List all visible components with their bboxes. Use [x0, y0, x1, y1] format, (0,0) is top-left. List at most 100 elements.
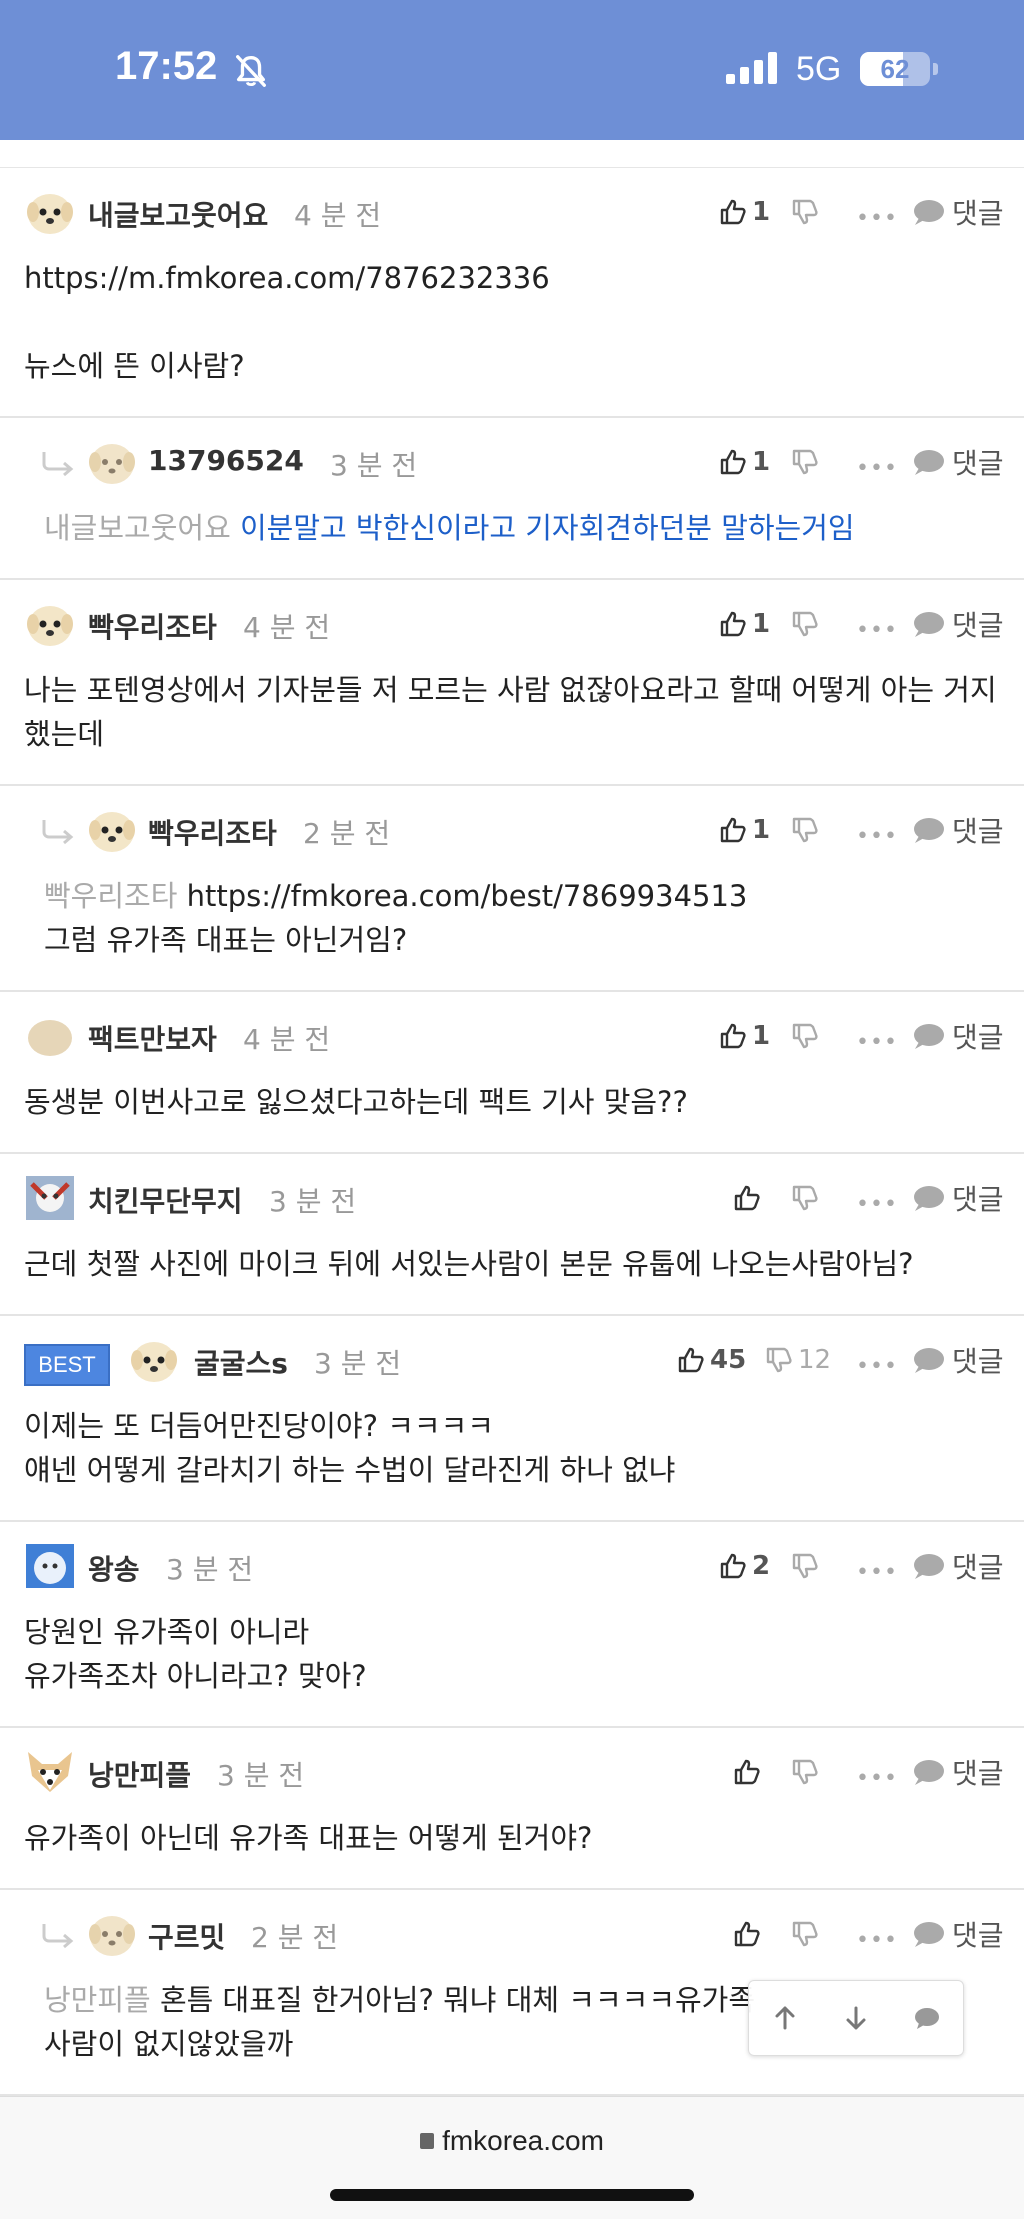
- scroll-down-icon[interactable]: [836, 1998, 876, 2038]
- like-count: 1: [752, 815, 771, 845]
- reply-button[interactable]: 댓글: [912, 192, 1004, 232]
- thumbs-down-icon: [792, 449, 818, 475]
- reply-label: 댓글: [952, 1919, 1004, 1952]
- reply-button[interactable]: 댓글: [912, 1178, 1004, 1218]
- bell-muted-icon: [236, 55, 266, 87]
- thumbs-down-icon: [792, 817, 818, 843]
- like-button[interactable]: [732, 1914, 766, 1954]
- thumbs-up-icon: [678, 1347, 704, 1373]
- comment-bubble-icon: [914, 1760, 944, 1785]
- comment-body: https://m.fmkorea.com/7876232336 뉴스에 뜬 이사…: [0, 256, 1024, 416]
- more-options-icon[interactable]: •••: [856, 1354, 898, 1379]
- more-options-icon[interactable]: •••: [856, 824, 898, 849]
- dislike-button[interactable]: [790, 1546, 824, 1586]
- more-options-icon[interactable]: •••: [856, 1928, 898, 1953]
- reply-button[interactable]: 댓글: [912, 1016, 1004, 1056]
- mention-name[interactable]: 낭만피플: [44, 1983, 151, 2017]
- comment-bubble-icon: [914, 1922, 944, 1947]
- home-indicator[interactable]: [330, 2189, 694, 2201]
- comment-body: 유가족이 아닌데 유가족 대표는 어떻게 된거야?: [0, 1816, 1024, 1888]
- more-options-icon[interactable]: •••: [856, 1192, 898, 1217]
- comment-text: 동생분 이번사고로 잃으셨다고하는데 팩트 기사 맞음??: [24, 1085, 688, 1119]
- reply-button[interactable]: 댓글: [912, 1752, 1004, 1792]
- like-count: 45: [710, 1345, 747, 1375]
- like-button[interactable]: 2: [718, 1546, 770, 1586]
- url-field[interactable]: fmkorea.com: [0, 2125, 1024, 2157]
- thumbs-down-icon: [792, 199, 818, 225]
- thumbs-up-icon: [734, 1759, 760, 1785]
- dislike-button[interactable]: [790, 1016, 824, 1056]
- dislike-button[interactable]: [790, 604, 824, 644]
- thumbs-down-icon: [792, 1185, 818, 1211]
- thumbs-up-icon: [720, 1023, 746, 1049]
- url-text: fmkorea.com: [442, 2125, 604, 2156]
- comment-list: 내글보고웃어요 4 분 전 1 ••• 댓글 https://m.fmkorea.com/…: [0, 168, 1024, 2096]
- dislike-button[interactable]: [790, 1178, 824, 1218]
- thumbs-up-icon: [720, 1553, 746, 1579]
- reply-comment: 13796524 3 분 전 1 ••• 댓글 내글보고웃어요 이분말고 박한신이라고 기…: [0, 418, 1024, 580]
- comment-body: 이제는 또 더듬어만진당이야? ㅋㅋㅋㅋ 얘넨 어떻게 갈라치기 하는 수법이 달…: [0, 1404, 1024, 1520]
- network-type: 5G: [796, 50, 842, 88]
- more-options-icon[interactable]: •••: [856, 1030, 898, 1055]
- mention-name[interactable]: 내글보고웃어요: [44, 511, 231, 545]
- dislike-button[interactable]: [790, 810, 824, 850]
- comment-bubble-icon: [914, 1348, 944, 1373]
- thumbs-up-icon: [734, 1921, 760, 1947]
- comment: 팩트만보자 4 분 전 1 ••• 댓글 동생분 이번사고로 잃으셨다고하는데 팩트 기사…: [0, 992, 1024, 1154]
- thumbs-down-icon: [792, 1023, 818, 1049]
- more-options-icon[interactable]: •••: [856, 456, 898, 481]
- like-button[interactable]: 1: [718, 810, 770, 850]
- reply-button[interactable]: 댓글: [912, 442, 1004, 482]
- comment-jump-icon[interactable]: [907, 1998, 947, 2038]
- more-options-icon[interactable]: •••: [856, 206, 898, 231]
- reply-button[interactable]: 댓글: [912, 1340, 1004, 1380]
- dislike-button[interactable]: [790, 1752, 824, 1792]
- comment-text: 유가족이 아닌데 유가족 대표는 어떻게 된거야?: [24, 1821, 593, 1855]
- comment-body: 동생분 이번사고로 잃으셨다고하는데 팩트 기사 맞음??: [0, 1080, 1024, 1152]
- thumbs-up-icon: [720, 817, 746, 843]
- thumbs-up-icon: [720, 449, 746, 475]
- mention-name[interactable]: 빡우리조타: [44, 879, 177, 913]
- like-count: 2: [752, 1551, 771, 1581]
- more-options-icon[interactable]: •••: [856, 1766, 898, 1791]
- comment-bubble-icon: [914, 200, 944, 225]
- battery-icon: 62: [860, 52, 930, 86]
- dislike-button[interactable]: [790, 442, 824, 482]
- comment-link[interactable]: https://m.fmkorea.com/7876232336: [24, 261, 550, 295]
- dislike-button[interactable]: 12: [764, 1340, 831, 1380]
- like-button[interactable]: 1: [718, 442, 770, 482]
- reply-button[interactable]: 댓글: [912, 1914, 1004, 1954]
- like-button[interactable]: 45: [676, 1340, 746, 1380]
- comment-bubble-icon: [914, 1554, 944, 1579]
- like-button[interactable]: [732, 1178, 766, 1218]
- battery-tip: [933, 63, 938, 75]
- like-button[interactable]: 1: [718, 1016, 770, 1056]
- like-count: 1: [752, 609, 771, 639]
- comment-link[interactable]: https://fmkorea.com/best/7869934513: [187, 879, 748, 913]
- like-count: 1: [752, 197, 771, 227]
- reply-button[interactable]: 댓글: [912, 1546, 1004, 1586]
- like-button[interactable]: 1: [718, 192, 770, 232]
- reply-label: 댓글: [952, 1021, 1004, 1054]
- thumbs-down-icon: [792, 1921, 818, 1947]
- dislike-button[interactable]: [790, 192, 824, 232]
- comment-text-line-2: 얘넨 어떻게 갈라치기 하는 수법이 달라진게 하나 없냐: [24, 1453, 676, 1487]
- comment: 치킨무단무지 3 분 전 ••• 댓글 근데 첫짤 사진에 마이크 뒤에 서있는사람이 …: [0, 1154, 1024, 1316]
- floating-nav: [748, 1980, 964, 2056]
- comment-text: 이분말고 박한신이라고 기자회견하던분 말하는거임: [239, 511, 855, 545]
- thumbs-down-icon: [792, 1759, 818, 1785]
- status-time: 17:52: [115, 44, 218, 88]
- comment: 낭만피플 3 분 전 ••• 댓글 유가족이 아닌데 유가족 대표는 어떻게 된거야?: [0, 1728, 1024, 1890]
- more-options-icon[interactable]: •••: [856, 618, 898, 643]
- like-button[interactable]: 1: [718, 604, 770, 644]
- comment-text: 나는 포텐영상에서 기자분들 저 모르는 사람 없잖아요라고 할때 어떻게 아는…: [24, 673, 997, 751]
- reply-label: 댓글: [952, 197, 1004, 230]
- comment-text-line-2: 유가족조차 아니라고? 맞아?: [24, 1659, 367, 1693]
- scroll-up-icon[interactable]: [765, 1998, 805, 2038]
- more-options-icon[interactable]: •••: [856, 1560, 898, 1585]
- browser-bottom-bar: fmkorea.com: [0, 2096, 1024, 2219]
- dislike-button[interactable]: [790, 1914, 824, 1954]
- reply-button[interactable]: 댓글: [912, 810, 1004, 850]
- reply-button[interactable]: 댓글: [912, 604, 1004, 644]
- like-button[interactable]: [732, 1752, 766, 1792]
